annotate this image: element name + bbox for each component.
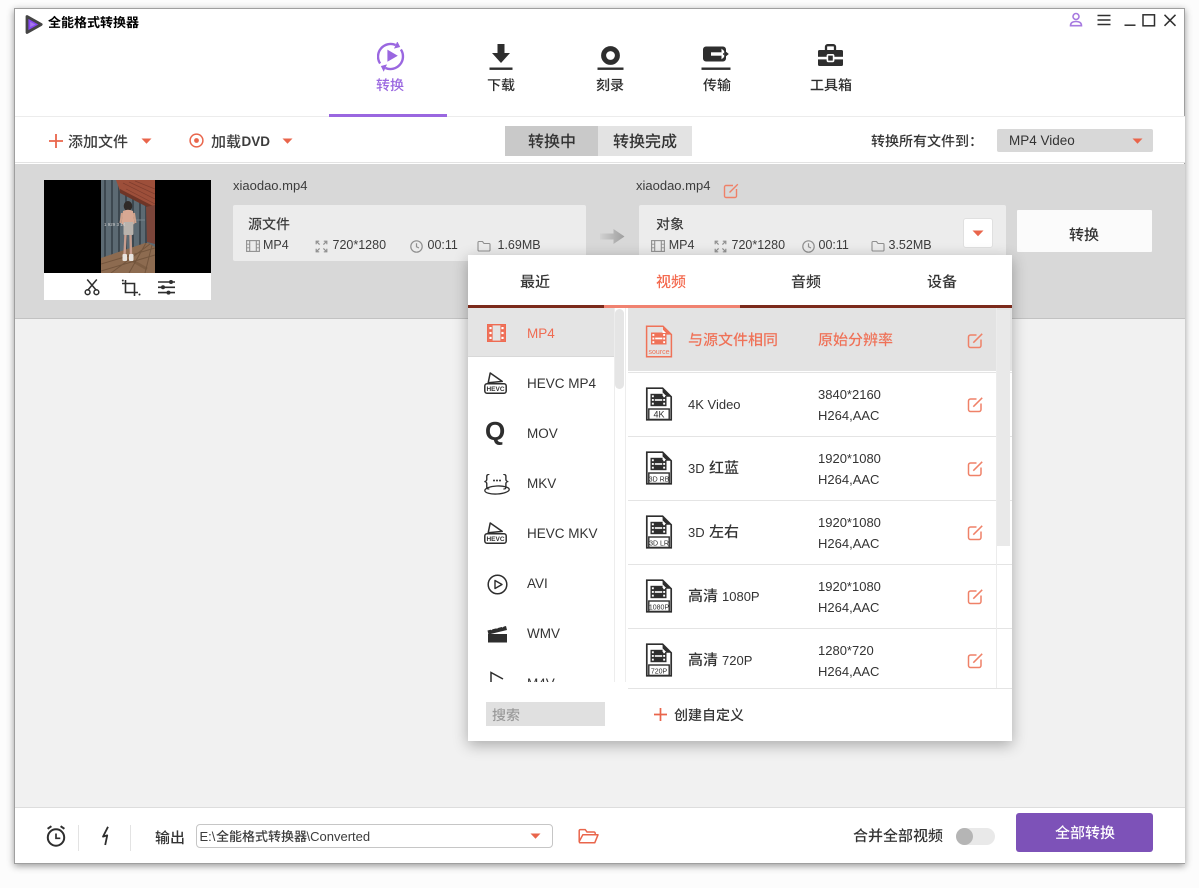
svg-text:source: source — [648, 349, 669, 356]
svg-text:720P: 720P — [651, 668, 668, 675]
svg-text:HEVC: HEVC — [486, 386, 504, 393]
svg-text:1080P: 1080P — [649, 604, 670, 611]
svg-text:{: { — [484, 471, 490, 490]
svg-text:3D LR: 3D LR — [649, 540, 669, 547]
svg-text:}: } — [503, 471, 509, 490]
svg-text:4K: 4K — [653, 409, 664, 419]
svg-text:HEVC: HEVC — [486, 536, 504, 543]
svg-text:3D RB: 3D RB — [649, 476, 670, 483]
svg-text:1 929 3 14: 1 929 3 14 — [104, 222, 126, 227]
